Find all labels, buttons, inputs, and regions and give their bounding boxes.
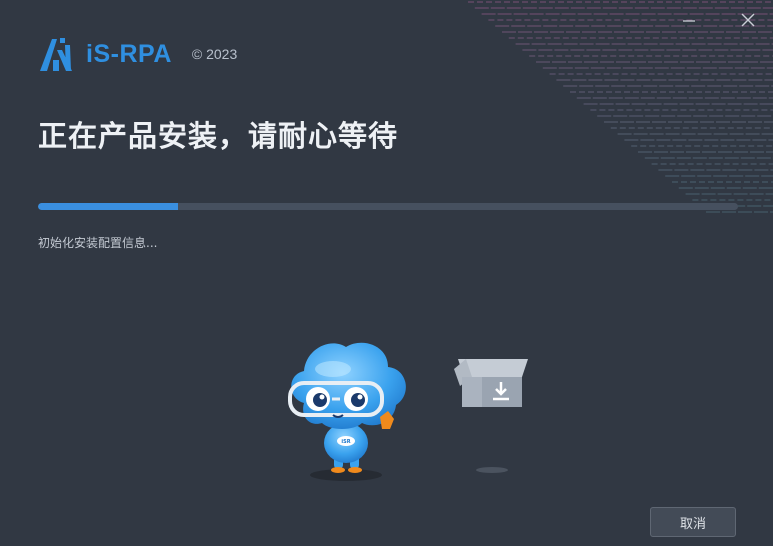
- minimize-icon: [683, 20, 695, 22]
- close-icon: [741, 13, 755, 27]
- status-text: 初始化安装配置信息...: [38, 236, 158, 250]
- brand-name: iS-RPA: [86, 39, 172, 68]
- install-progress-bar: [38, 203, 738, 210]
- isrpa-logo-icon: [40, 38, 72, 71]
- brand-logo: iS-RPA © 2023: [38, 36, 237, 72]
- copyright-text: © 2023: [191, 46, 238, 62]
- minimize-button[interactable]: [676, 10, 702, 30]
- page-title: 正在产品安装，请耐心等待: [38, 119, 399, 153]
- installer-window: iS-RPA © 2023 正在产品安装，请耐心等待 初始化安装配置信息... …: [0, 0, 773, 546]
- download-box-icon: [454, 359, 528, 473]
- cancel-button[interactable]: 取消: [650, 507, 736, 537]
- close-button[interactable]: [735, 10, 761, 30]
- cloud-mascot-icon: iSR: [288, 342, 406, 481]
- mascot-badge: iSR: [341, 439, 350, 445]
- progress-fill: [38, 203, 178, 210]
